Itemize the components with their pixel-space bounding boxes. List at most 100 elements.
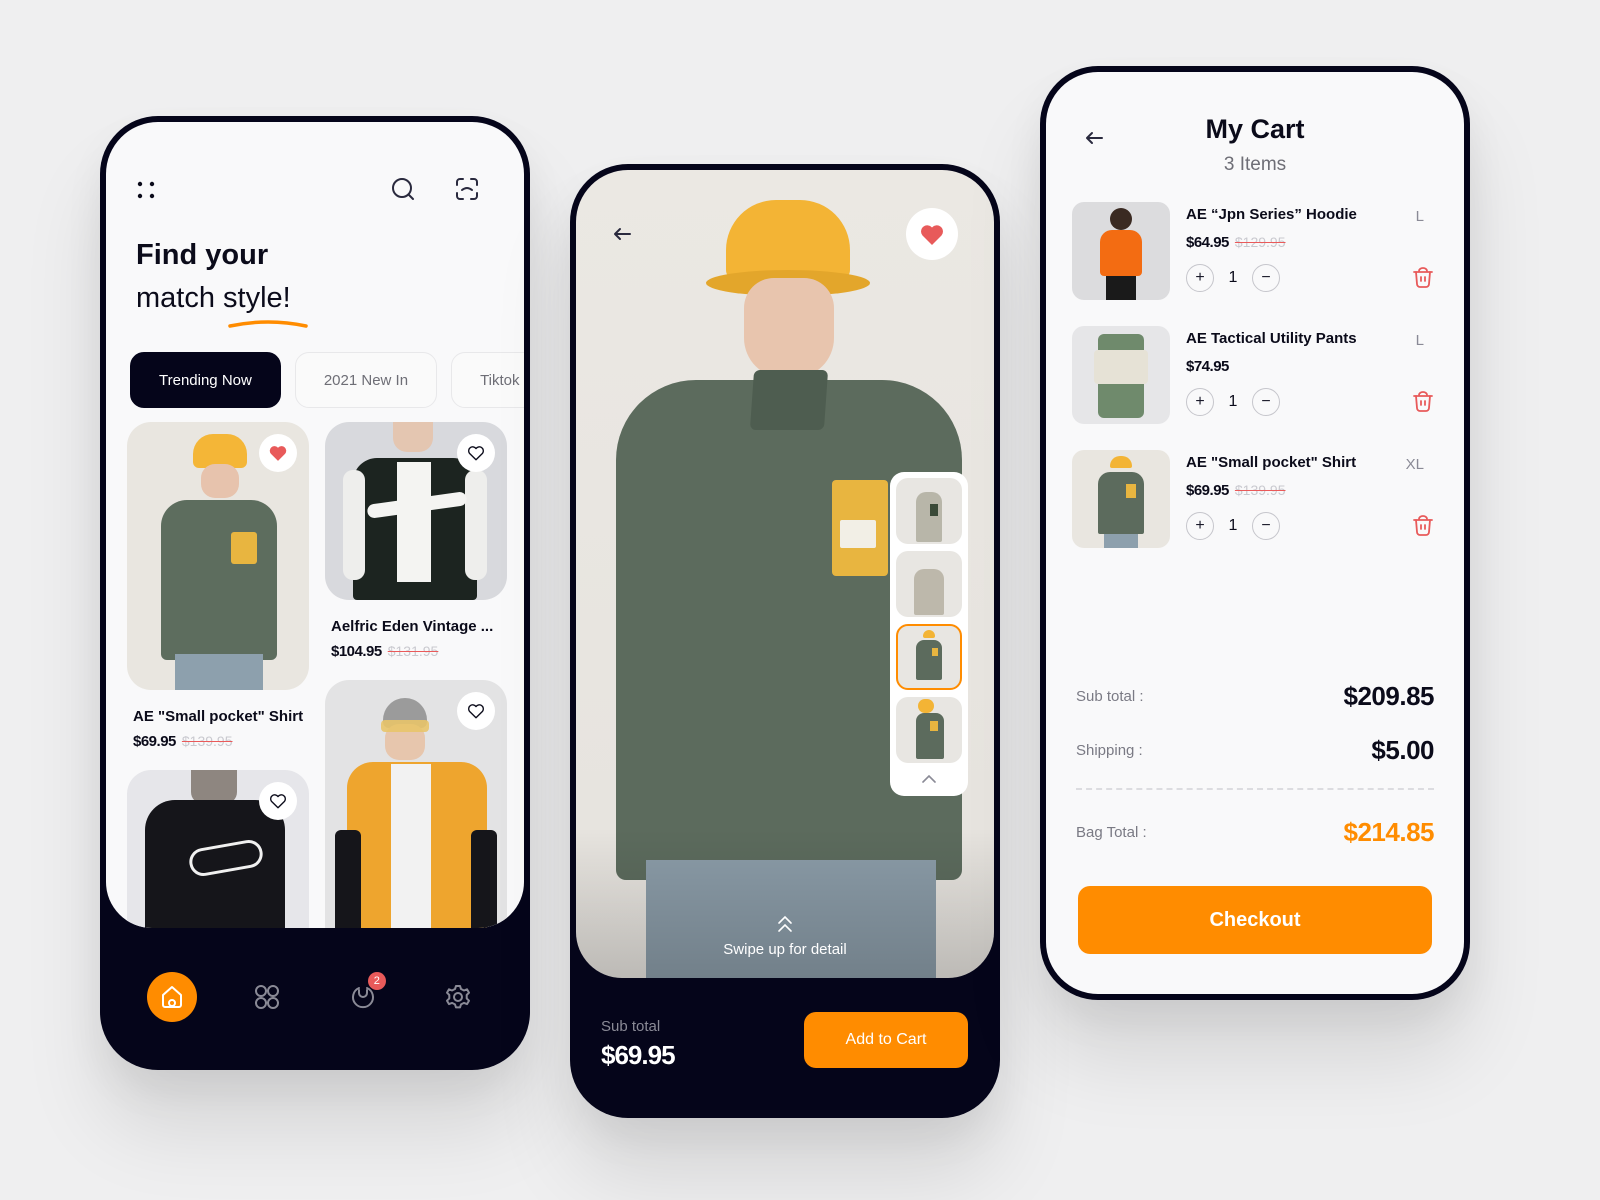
heart-filled-icon (269, 446, 287, 461)
grid-icon (255, 985, 280, 1009)
thumbnail-strip (890, 472, 968, 796)
product-price: $104.95 (331, 643, 382, 660)
cart-item-count: 3 Items (1223, 154, 1287, 175)
favorite-button[interactable] (906, 208, 958, 260)
increase-quantity-button[interactable]: + (1186, 388, 1214, 416)
subtotal-label: Sub total : (1076, 687, 1144, 705)
favorite-button[interactable] (457, 434, 495, 472)
cart-item-size: XL (1405, 456, 1424, 473)
product-detail-screen: Swipe up for detail (576, 170, 994, 978)
checkout-button[interactable]: Checkout (1078, 886, 1432, 954)
product-card[interactable] (325, 680, 507, 928)
subtotal-label: Sub total (601, 1018, 661, 1035)
trash-icon (1413, 515, 1433, 536)
nav-categories[interactable] (242, 972, 292, 1022)
cart-item-prices: $74.95 (1186, 358, 1229, 375)
cart-item-prices: $64.95 $129.95 (1186, 234, 1286, 251)
cart-item-image (1072, 450, 1170, 548)
search-icon[interactable] (388, 174, 418, 204)
headline-bold: Find your (136, 239, 269, 271)
quantity-stepper: + 1 − (1186, 512, 1280, 540)
heart-outline-icon (468, 704, 484, 719)
subtotal-value: $69.95 (601, 1040, 676, 1070)
heart-outline-icon (468, 446, 484, 461)
cart-item-name: AE “Jpn Series” Hoodie (1186, 206, 1357, 223)
decrease-quantity-button[interactable]: − (1252, 512, 1280, 540)
remove-item-button[interactable] (1412, 514, 1434, 541)
cart-screen: My Cart 3 Items AE “Jpn Series” Hoodie $… (1046, 72, 1464, 994)
quantity-stepper: + 1 − (1186, 388, 1280, 416)
cart-item-name: AE "Small pocket" Shirt (1186, 454, 1357, 471)
product-prices: $69.95 $139.95 (133, 733, 309, 750)
chevron-up-icon (922, 775, 936, 783)
dots-grid-icon[interactable] (134, 178, 158, 202)
nav-settings[interactable] (433, 972, 483, 1022)
summary-divider (1076, 788, 1434, 790)
cart-item-old-price: $129.95 (1234, 234, 1286, 250)
decrease-quantity-button[interactable]: − (1252, 264, 1280, 292)
increase-quantity-button[interactable]: + (1186, 512, 1214, 540)
nav-cart[interactable]: 2 (338, 972, 388, 1022)
product-name: Aelfric Eden Vintage ... (331, 618, 494, 635)
bag-total-value: $214.85 (1343, 816, 1435, 847)
cart-item-price: $64.95 (1186, 234, 1229, 251)
chip-2021-new-in[interactable]: 2021 New In (294, 352, 438, 408)
quantity-stepper: + 1 − (1186, 264, 1280, 292)
increase-quantity-button[interactable]: + (1186, 264, 1214, 292)
cart-phone: My Cart 3 Items AE “Jpn Series” Hoodie $… (1040, 66, 1470, 1000)
remove-item-button[interactable] (1412, 390, 1434, 417)
cart-item-size: L (1415, 208, 1424, 225)
category-chips: Trending Now 2021 New In Tiktok (130, 352, 524, 408)
cart-item-price: $69.95 (1186, 482, 1229, 499)
scan-face-icon[interactable] (452, 174, 482, 204)
product-card[interactable]: AE "Small pocket" Shirt $69.95 $139.95 (127, 422, 309, 750)
trash-icon (1413, 391, 1433, 412)
scroll-up-button[interactable] (896, 770, 962, 788)
thumbnail[interactable] (896, 551, 962, 617)
home-screen: Find your match style! Trending Now 2021… (106, 122, 524, 928)
product-old-price: $131.95 (387, 643, 439, 659)
underline-decoration (228, 320, 308, 328)
thumbnail[interactable] (896, 478, 962, 544)
cart-item-name: AE Tactical Utility Pants (1186, 330, 1357, 347)
shipping-value: $5.00 (1371, 734, 1434, 765)
thumbnail[interactable] (896, 697, 962, 763)
cart-badge: 2 (367, 972, 386, 990)
settings-gear-icon (446, 985, 471, 1009)
cart-item-image (1072, 326, 1170, 424)
product-card[interactable]: Aelfric Eden Vintage ... $104.95 $131.95 (325, 422, 507, 660)
cart-item-image (1072, 202, 1170, 300)
swipe-hint[interactable]: Swipe up for detail (576, 915, 994, 958)
chip-tiktok[interactable]: Tiktok (451, 352, 524, 408)
headline-light: match style! (136, 277, 308, 328)
cart-item-size: L (1415, 332, 1424, 349)
favorite-button[interactable] (259, 782, 297, 820)
nav-home[interactable] (146, 972, 197, 1022)
quantity-value: 1 (1228, 517, 1238, 534)
decrease-quantity-button[interactable]: − (1252, 388, 1280, 416)
home-icon (161, 986, 182, 1008)
chip-trending-now[interactable]: Trending Now (130, 352, 281, 408)
favorite-button[interactable] (259, 434, 297, 472)
detail-footer: Sub total $69.95 Add to Cart (570, 978, 1000, 1118)
product-name: AE "Small pocket" Shirt (133, 708, 304, 725)
product-old-price: $139.95 (181, 733, 233, 749)
shipping-row: Shipping : $5.00 (1076, 730, 1434, 770)
double-chevron-up-icon (778, 915, 792, 932)
product-detail-phone: Swipe up for detail Sub total $69.95 Add… (570, 164, 1000, 1118)
heart-filled-icon (921, 224, 943, 245)
shipping-label: Shipping : (1076, 741, 1143, 759)
add-to-cart-button[interactable]: Add to Cart (804, 1012, 968, 1068)
back-button[interactable] (604, 216, 640, 252)
favorite-button[interactable] (457, 692, 495, 730)
cart-item-price: $74.95 (1186, 358, 1229, 375)
remove-item-button[interactable] (1412, 266, 1434, 293)
cart-title: My Cart (1205, 114, 1305, 144)
bottom-navigation: 2 (100, 962, 530, 1032)
order-summary: Sub total : $209.85 Shipping : $5.00 Bag… (1076, 676, 1435, 852)
cart-item: AE "Small pocket" Shirt $69.95 $139.95 X… (1072, 450, 1438, 548)
subtotal-value: $209.85 (1343, 680, 1435, 711)
thumbnail-active[interactable] (896, 624, 962, 690)
product-card[interactable] (127, 770, 309, 928)
cart-item-prices: $69.95 $139.95 (1186, 482, 1286, 499)
